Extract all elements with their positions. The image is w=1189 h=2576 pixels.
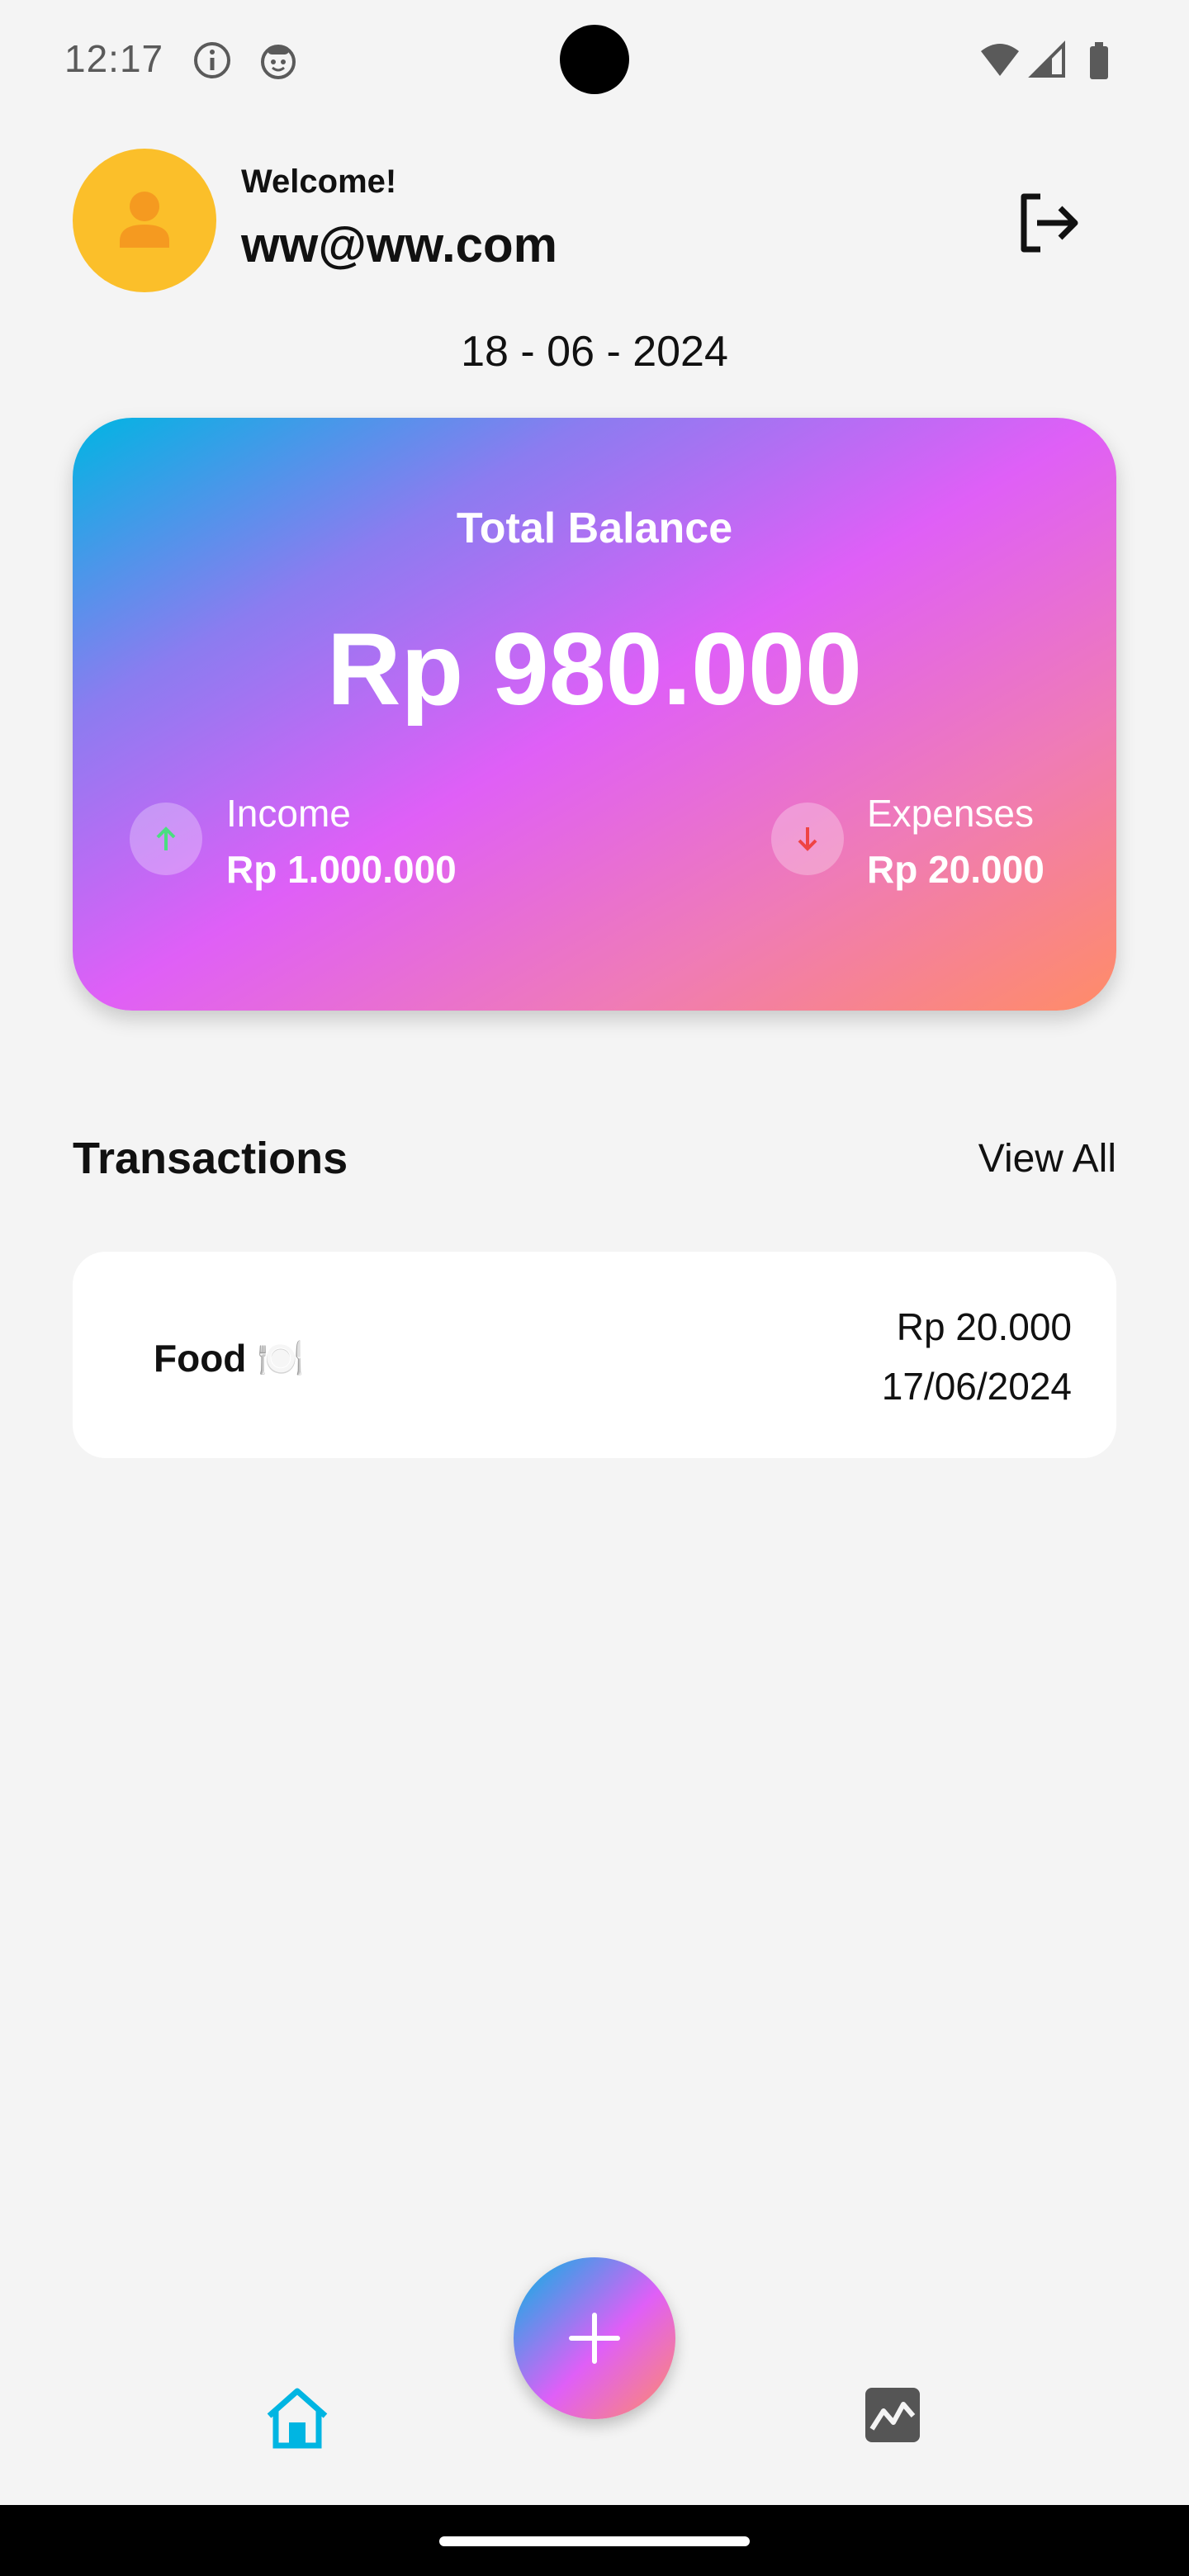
info-icon xyxy=(194,42,230,78)
home-icon[interactable] xyxy=(263,2383,332,2452)
arrow-up-icon xyxy=(156,826,176,850)
user-email: ww@ww.com xyxy=(241,217,557,272)
logout-icon[interactable] xyxy=(1012,188,1082,258)
income-label: Income xyxy=(226,792,351,835)
person-icon xyxy=(120,192,169,248)
current-date: 18 - 06 - 2024 xyxy=(461,328,728,376)
home-gesture-pill[interactable] xyxy=(439,2536,750,2546)
balance-title: Total Balance xyxy=(456,504,733,552)
transactions-title: Transactions xyxy=(73,1134,348,1183)
camera-cutout xyxy=(560,25,629,94)
expenses-label: Expenses xyxy=(867,792,1035,835)
expenses-amount: Rp 20.000 xyxy=(867,848,1045,891)
status-time: 12:17 xyxy=(64,37,164,80)
welcome-text: Welcome! xyxy=(241,163,397,200)
signal-icon xyxy=(1028,40,1065,78)
transaction-amount: Rp 20.000 xyxy=(896,1305,1072,1348)
transaction-date: 17/06/2024 xyxy=(881,1365,1072,1408)
transaction-name: Food 🍽️ xyxy=(154,1337,305,1380)
view-all-link[interactable]: View All xyxy=(978,1136,1116,1181)
income-amount: Rp 1.000.000 xyxy=(226,848,457,891)
expenses-indicator xyxy=(771,803,844,875)
avatar[interactable] xyxy=(73,149,216,292)
plus-icon xyxy=(569,2313,620,2364)
stats-icon[interactable] xyxy=(864,2386,921,2444)
arrow-down-icon xyxy=(798,827,817,851)
battery-icon xyxy=(1090,42,1108,79)
smiley-icon xyxy=(261,45,296,79)
add-transaction-button[interactable] xyxy=(514,2257,675,2419)
wifi-icon xyxy=(981,44,1019,76)
balance-amount: Rp 980.000 xyxy=(327,613,862,727)
income-indicator xyxy=(130,803,202,875)
